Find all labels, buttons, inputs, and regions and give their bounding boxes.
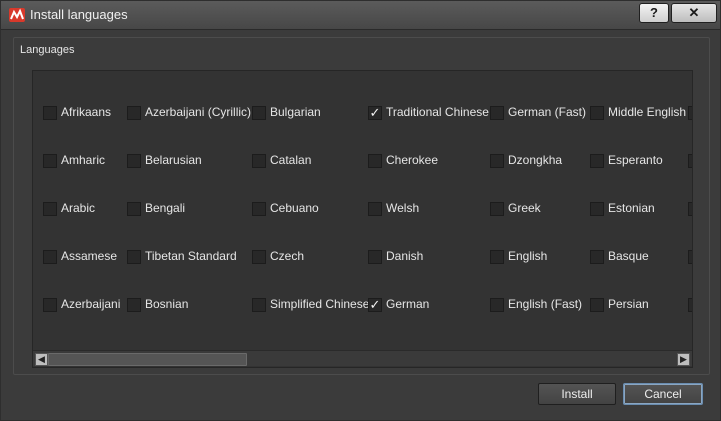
language-checkbox[interactable] <box>127 106 141 120</box>
language-checkbox[interactable] <box>590 298 604 312</box>
language-label: Belarusian <box>145 153 202 167</box>
language-checkbox[interactable] <box>490 154 504 168</box>
language-checkbox[interactable] <box>43 106 57 120</box>
language-checkbox[interactable] <box>43 202 57 216</box>
language-checkbox[interactable] <box>252 202 266 216</box>
cancel-button[interactable]: Cancel <box>623 383 703 405</box>
language-label: Greek <box>508 201 541 215</box>
language-label: Middle English <box>608 105 687 119</box>
language-checkbox-partial[interactable] <box>688 250 692 264</box>
language-label: Estonian <box>608 201 655 215</box>
title-bar: Install languages ? ✕ <box>1 1 720 30</box>
language-checkbox[interactable]: ✓ <box>368 106 382 120</box>
language-checkbox[interactable] <box>490 106 504 120</box>
language-label: English <box>508 249 548 263</box>
help-button[interactable]: ? <box>639 3 669 23</box>
language-checkbox[interactable] <box>368 250 382 264</box>
language-checkbox[interactable] <box>127 154 141 168</box>
language-checkbox[interactable] <box>127 298 141 312</box>
languages-list[interactable]: Afrikaans Azerbaijani (Cyrillic) Bulgarian… <box>32 70 693 368</box>
language-checkbox[interactable] <box>43 298 57 312</box>
languages-grid: Afrikaans Azerbaijani (Cyrillic) Bulgarian… <box>33 71 692 351</box>
scroll-right-arrow-icon[interactable]: ▶ <box>677 353 690 366</box>
language-label: Tibetan Standard <box>145 249 237 263</box>
language-label: Bengali <box>145 201 186 215</box>
language-label: Azerbaijani (Cyrillic) <box>145 105 252 119</box>
language-checkbox[interactable] <box>590 106 604 120</box>
language-checkbox[interactable] <box>368 154 382 168</box>
language-checkbox[interactable] <box>368 202 382 216</box>
install-languages-dialog: Install languages ? ✕ Languages Afrikaan… <box>0 0 721 421</box>
language-label: Basque <box>608 249 649 263</box>
language-checkbox-partial[interactable] <box>688 298 692 312</box>
language-checkbox[interactable] <box>252 154 266 168</box>
install-button[interactable]: Install <box>538 383 616 405</box>
language-label: Assamese <box>61 249 118 263</box>
horizontal-scrollbar[interactable]: ◀ ▶ <box>33 350 692 366</box>
language-checkbox[interactable] <box>252 298 266 312</box>
languages-group-label: Languages <box>20 44 75 56</box>
language-label: Azerbaijani <box>61 297 121 311</box>
app-logo-icon <box>9 8 25 22</box>
language-label: English (Fast) <box>508 297 583 311</box>
language-label: Cebuano <box>270 201 319 215</box>
language-checkbox[interactable] <box>590 202 604 216</box>
language-checkbox[interactable] <box>43 154 57 168</box>
language-label: Cherokee <box>386 153 439 167</box>
language-label: Amharic <box>61 153 106 167</box>
language-label: Afrikaans <box>61 105 112 119</box>
language-label: Persian <box>608 297 649 311</box>
language-label: Catalan <box>270 153 312 167</box>
language-checkbox[interactable] <box>252 106 266 120</box>
language-checkbox[interactable] <box>252 250 266 264</box>
language-checkbox[interactable] <box>127 250 141 264</box>
language-checkbox-partial[interactable] <box>688 202 692 216</box>
language-label: German <box>386 297 430 311</box>
language-label: Danish <box>386 249 424 263</box>
language-checkbox[interactable] <box>127 202 141 216</box>
language-checkbox-partial[interactable] <box>688 154 692 168</box>
language-label: Czech <box>270 249 305 263</box>
language-checkbox[interactable]: ✓ <box>368 298 382 312</box>
languages-group: Languages Afrikaans Azerbaijani (Cyrillic… <box>13 37 710 375</box>
language-label: Welsh <box>386 201 420 215</box>
language-checkbox[interactable] <box>490 298 504 312</box>
language-label: German (Fast) <box>508 105 587 119</box>
language-checkbox[interactable] <box>590 154 604 168</box>
language-checkbox[interactable] <box>490 202 504 216</box>
language-label: Simplified Chinese <box>270 297 370 311</box>
language-label: Esperanto <box>608 153 663 167</box>
language-label: Bulgarian <box>270 105 321 119</box>
language-label: Arabic <box>61 201 96 215</box>
close-button[interactable]: ✕ <box>671 3 717 23</box>
scrollbar-thumb[interactable] <box>48 353 247 366</box>
scroll-left-arrow-icon[interactable]: ◀ <box>35 353 48 366</box>
language-checkbox[interactable] <box>490 250 504 264</box>
language-checkbox-partial[interactable] <box>688 106 692 120</box>
language-label: Traditional Chinese <box>386 105 489 119</box>
window-title: Install languages <box>30 7 128 22</box>
language-label: Dzongkha <box>508 153 563 167</box>
language-checkbox[interactable] <box>590 250 604 264</box>
language-checkbox[interactable] <box>43 250 57 264</box>
language-label: Bosnian <box>145 297 189 311</box>
